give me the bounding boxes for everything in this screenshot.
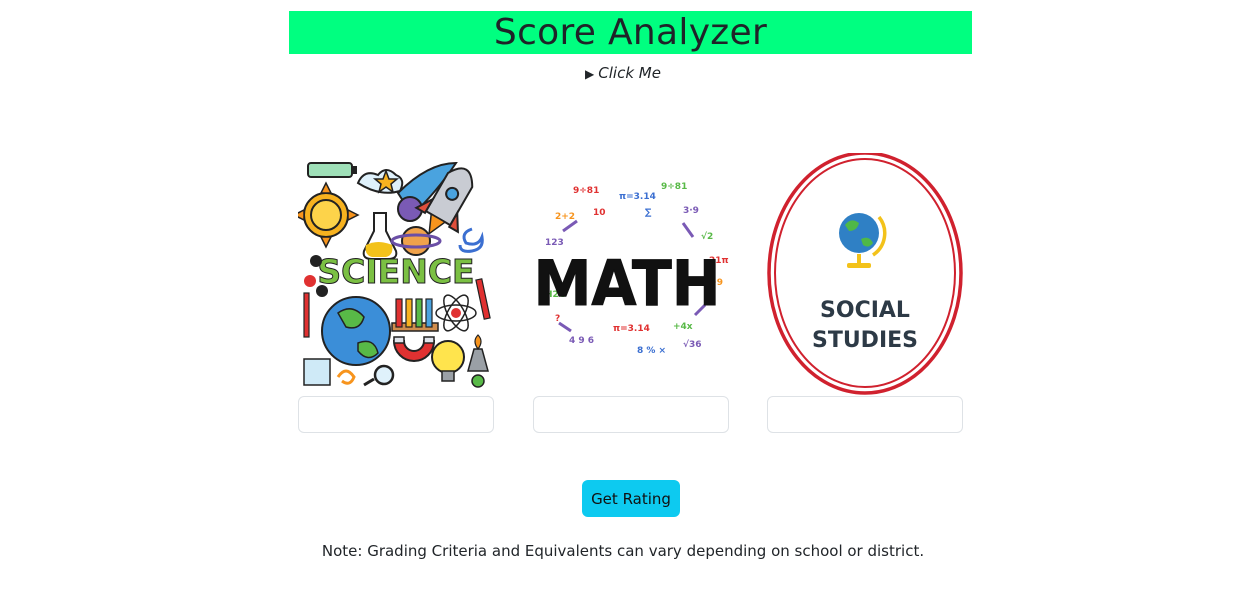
svg-text:√2: √2 [701,231,713,242]
science-score-input[interactable] [298,396,494,433]
get-rating-button[interactable]: Get Rating [582,480,680,517]
score-analyzer-page: Score Analyzer ▶ Click Me SCIENCE 9÷81 π… [0,0,1246,602]
grading-note: Note: Grading Criteria and Equivalents c… [321,542,925,560]
svg-text:3·9: 3·9 [683,206,699,216]
svg-text:9÷81: 9÷81 [573,186,599,196]
math-card: 9÷81 π=3.14 9÷81 3·9 2+2 10 ∑ √2 123 21π… [533,153,729,433]
social-image-text-line1: SOCIAL [820,298,910,323]
svg-text:2+2: 2+2 [555,212,575,222]
page-title: Score Analyzer [493,12,768,53]
math-score-input[interactable] [533,396,729,433]
science-image-text: SCIENCE [317,252,474,291]
disclosure-summary: Click Me [598,64,661,82]
svg-text:123: 123 [545,238,564,248]
svg-text:√36: √36 [683,339,702,350]
social-image-text-line2: STUDIES [812,328,918,353]
svg-text:10: 10 [593,208,606,218]
social-studies-card: SOCIAL STUDIES [767,153,963,433]
header-banner: Score Analyzer [289,11,972,54]
science-card: SCIENCE [298,153,494,433]
svg-text:+4x: +4x [673,322,693,332]
svg-text:∑: ∑ [645,208,652,218]
svg-text:9÷81: 9÷81 [661,182,687,192]
click-me-disclosure[interactable]: ▶ Click Me [0,64,1246,82]
svg-text:4 9 6: 4 9 6 [569,336,594,346]
science-illustration: SCIENCE [298,161,491,388]
svg-text:π=3.14: π=3.14 [619,192,656,202]
social-studies-illustration: SOCIAL STUDIES [767,153,963,395]
svg-text:π=3.14: π=3.14 [613,324,650,334]
disclosure-triangle-icon: ▶ [585,67,595,81]
math-image-text: MATH [533,248,720,320]
social-studies-score-input[interactable] [767,396,963,433]
math-illustration: 9÷81 π=3.14 9÷81 3·9 2+2 10 ∑ √2 123 21π… [533,182,729,356]
svg-text:8 % ×: 8 % × [637,346,666,356]
